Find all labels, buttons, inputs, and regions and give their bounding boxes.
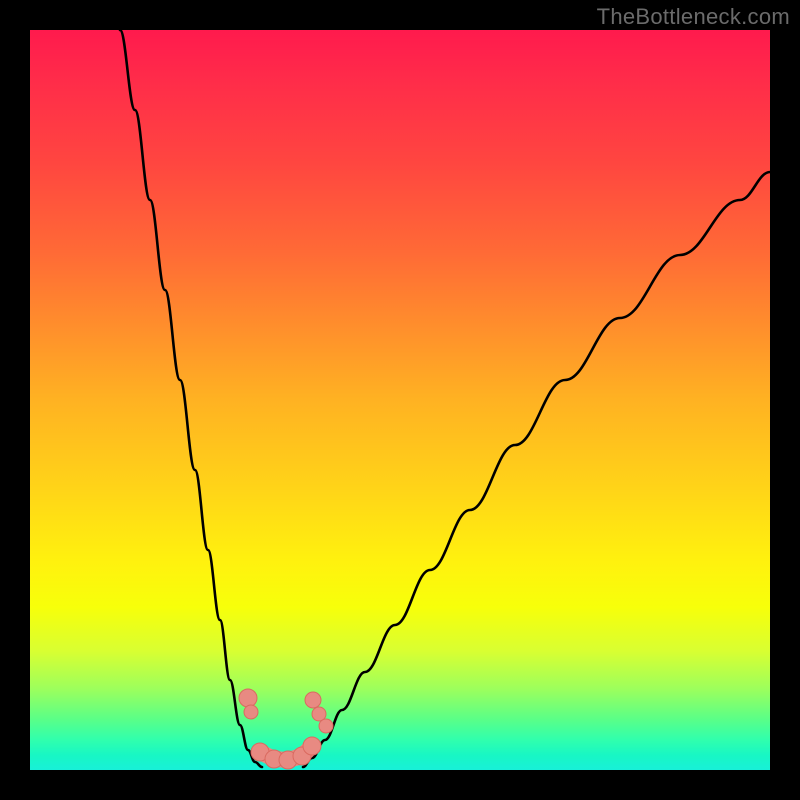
marker-valley-5: [303, 737, 321, 755]
chart-frame: TheBottleneck.com: [0, 0, 800, 800]
plot-area: [30, 30, 770, 770]
marker-valley-extra-right: [319, 719, 333, 733]
marker-left-cluster-top: [239, 689, 257, 707]
curve-right-curve: [303, 172, 770, 767]
curve-left-curve: [120, 30, 262, 767]
watermark-text: TheBottleneck.com: [597, 4, 790, 30]
marker-right-cluster-top: [305, 692, 321, 708]
chart-svg: [30, 30, 770, 770]
marker-left-cluster-mid: [244, 705, 258, 719]
